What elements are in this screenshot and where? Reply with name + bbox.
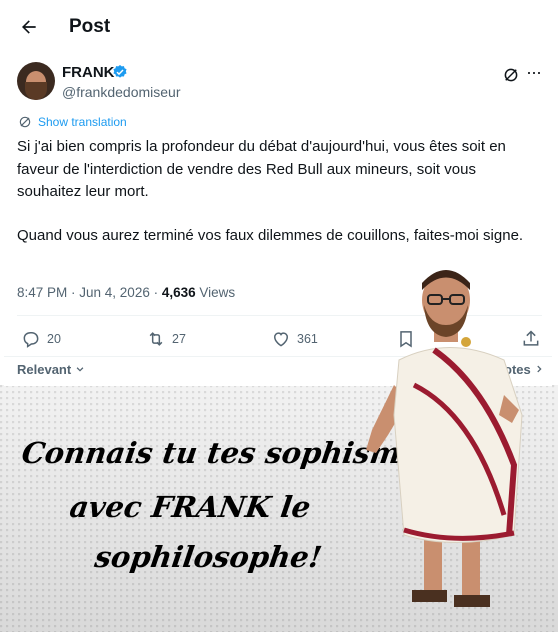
show-translation-link[interactable]: Show translation [18, 115, 127, 129]
top-bar: Post [4, 4, 552, 48]
verified-badge-icon [113, 65, 127, 78]
sort-relevant-button[interactable]: Relevant [17, 362, 85, 377]
toga-man-figure [366, 270, 523, 607]
show-translation-label: Show translation [38, 115, 127, 129]
like-button[interactable]: 361 [271, 329, 318, 349]
chevron-down-icon [76, 367, 84, 372]
sort-label: Relevant [17, 362, 72, 377]
back-arrow-icon [22, 20, 36, 34]
page-title: Post [69, 16, 111, 37]
more-icon[interactable]: ··· [526, 62, 542, 83]
reply-count: 20 [47, 332, 61, 346]
post-time[interactable]: 8:47 PM · Jun 4, 2026 · [17, 285, 162, 300]
repost-count: 27 [172, 332, 186, 346]
repost-icon [149, 332, 163, 346]
grok-icon[interactable] [502, 66, 520, 84]
like-count: 361 [297, 332, 318, 346]
back-button[interactable] [14, 12, 44, 42]
views-label: Views [195, 285, 236, 300]
repost-button[interactable]: 27 [146, 329, 186, 349]
translate-icon [19, 116, 31, 128]
reply-button[interactable]: 20 [21, 329, 61, 349]
avatar[interactable] [17, 62, 55, 100]
tweet-paragraph: Si j'ai bien compris la profondeur du dé… [17, 138, 506, 200]
tweet-text: Si j'ai bien compris la profondeur du dé… [17, 136, 542, 247]
reply-icon [23, 332, 39, 348]
author-handle[interactable]: @frankdedomiseur [62, 84, 181, 100]
tweet-paragraph: Quand vous aurez terminé vos faux dilemm… [17, 226, 524, 244]
meme-caption-line2: avec FRANK le [67, 490, 313, 524]
views-count: 4,636 [161, 285, 196, 300]
like-icon [273, 332, 289, 347]
post-meta: 8:47 PM · Jun 4, 2026 · 4,636 Views [17, 285, 235, 300]
author-name[interactable]: FRANK [62, 64, 115, 81]
meme-caption-line3: sophilosophe! [92, 540, 325, 574]
